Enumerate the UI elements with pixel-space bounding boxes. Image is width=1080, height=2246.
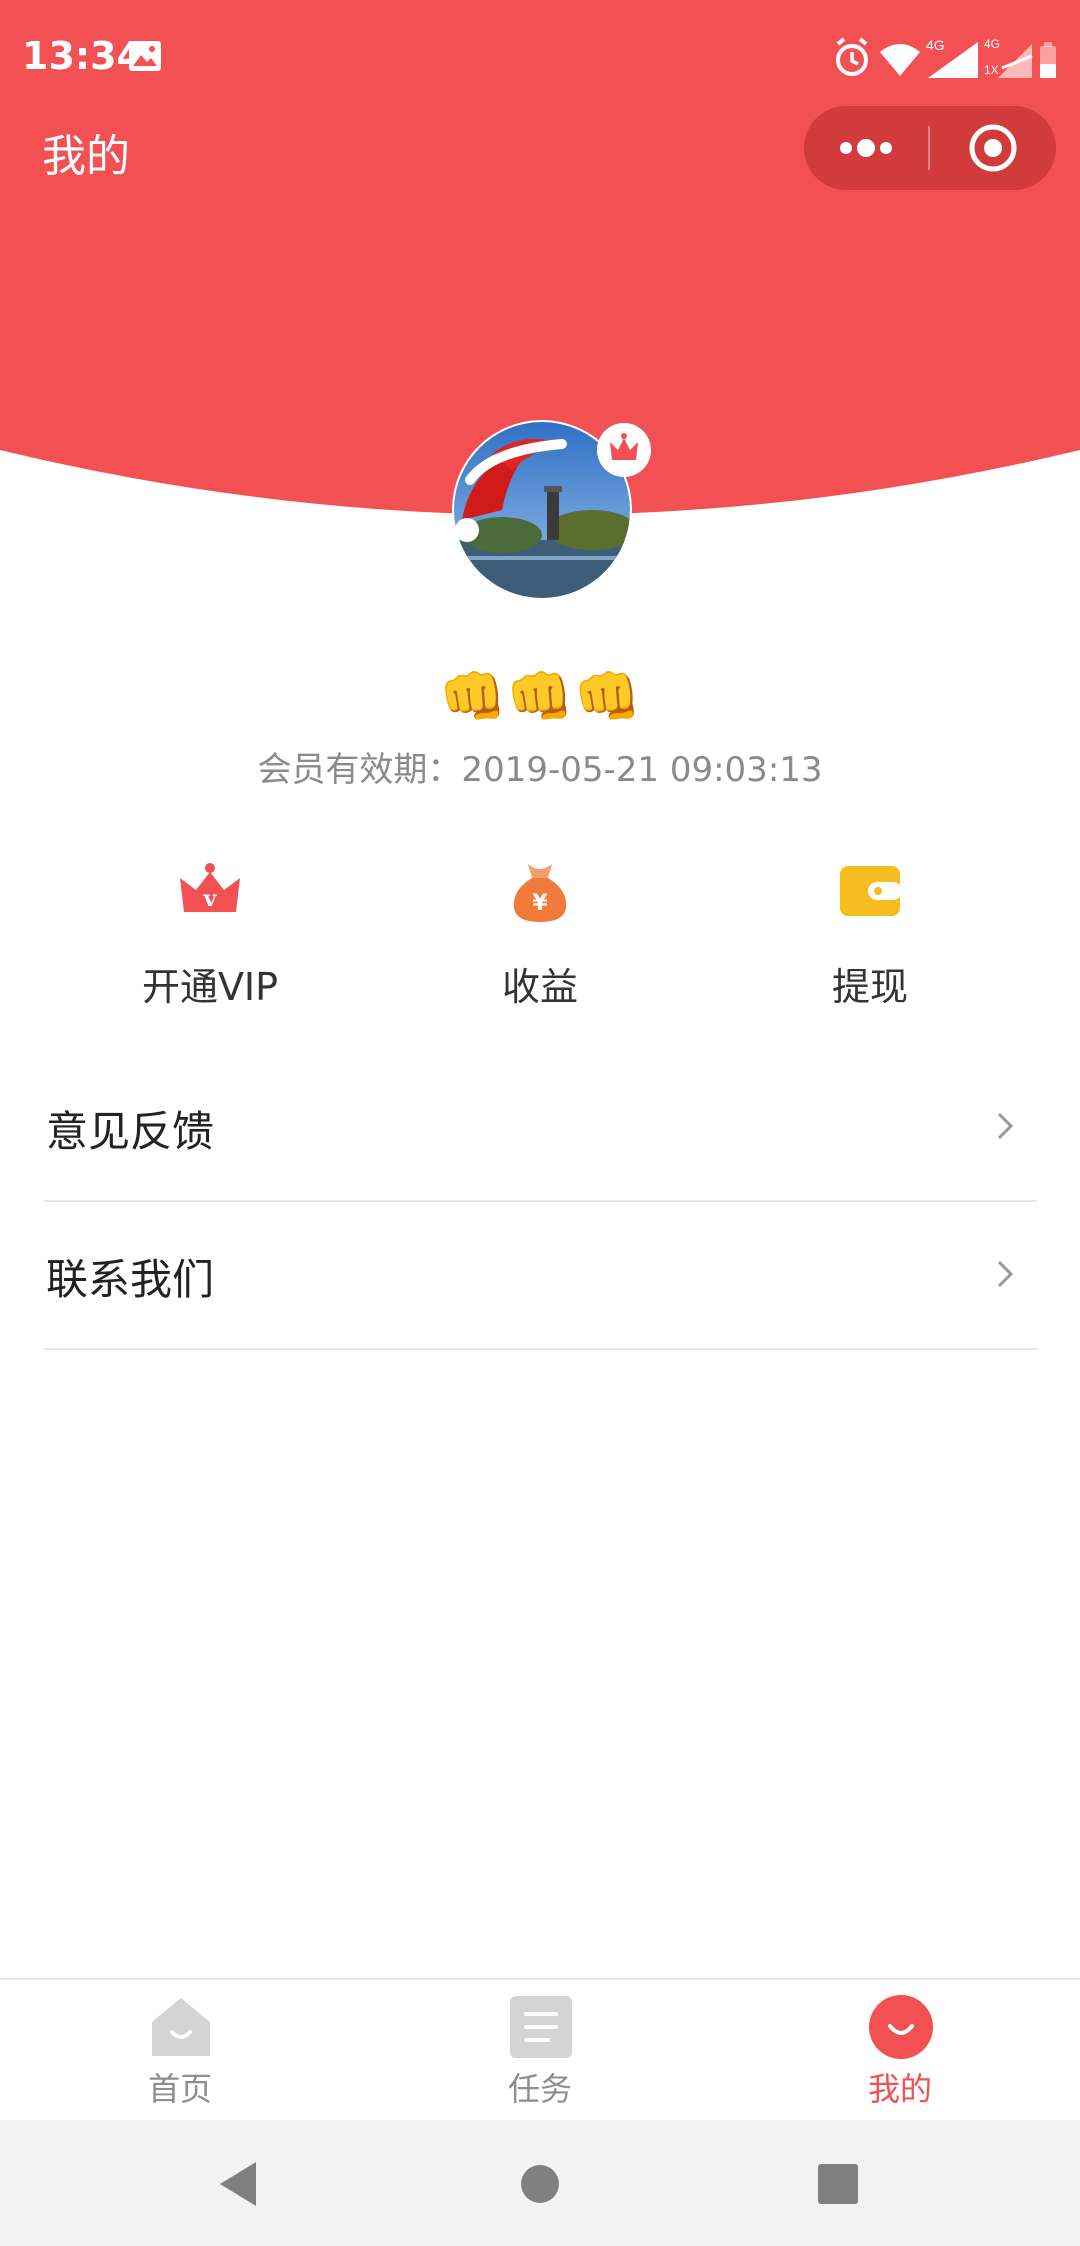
svg-text:4G: 4G [984,37,1000,51]
chevron-right-icon [997,1112,1014,1140]
svg-text:1X: 1X [984,63,999,77]
battery-icon [1040,42,1056,78]
home-nav-icon[interactable] [510,2154,570,2214]
more-button[interactable] [804,106,928,190]
membership-expiry: 会员有效期：2019-05-21 09:03:13 [257,750,823,790]
alarm-icon [836,37,868,76]
tab-home[interactable]: 首页 [0,1980,360,2122]
target-circle-icon [969,124,1017,172]
close-miniprogram-button[interactable] [930,106,1056,190]
withdraw-button[interactable]: 提现 [705,860,1035,1010]
money-bag-icon: ¥ [513,864,567,922]
vip-crown-badge-icon [597,423,651,477]
tab-tasks[interactable]: 任务 [360,1980,720,2122]
chevron-right-icon [997,1260,1014,1288]
action-label: 开通VIP [141,965,279,1009]
action-label: 收益 [501,965,578,1009]
recent-apps-icon[interactable] [808,2154,868,2214]
earnings-button[interactable]: ¥ 收益 [375,860,705,1010]
status-icons: 4G 4G 1X [836,37,1056,78]
home-icon [152,1998,210,2056]
menu-item-label: 联系我们 [46,1255,215,1304]
task-list-icon [510,1996,572,2058]
profile-icon [869,1995,933,2059]
page-title: 我的 [42,131,130,182]
crown-vip-icon: v [180,863,240,912]
menu-item-contact-us[interactable]: 联系我们 [44,1202,1037,1350]
miniprogram-capsule [804,106,1056,190]
open-vip-button[interactable]: v 开通VIP [45,860,375,1010]
status-time: 13:34 [22,34,143,78]
tab-label: 首页 [147,2070,212,2108]
tab-profile[interactable]: 我的 [720,1980,1080,2122]
tab-bar: 首页 任务 我的 [0,1978,1080,2122]
svg-text:¥: ¥ [532,891,548,916]
gallery-notification-icon [129,41,161,71]
back-icon[interactable] [210,2154,270,2214]
signal-icon-2: 4G 1X [984,37,1033,78]
menu-item-label: 意见反馈 [46,1107,215,1156]
system-nav-bar [0,2120,1080,2246]
action-label: 提现 [831,965,908,1009]
wallet-icon [840,866,902,916]
more-dots-icon [840,139,892,157]
svg-text:v: v [203,886,218,912]
tab-label: 我的 [867,2070,932,2108]
nickname: 👊👊👊 [439,665,641,728]
menu-item-feedback[interactable]: 意见反馈 [44,1054,1037,1202]
wifi-icon [880,44,920,76]
tab-label: 任务 [507,2070,572,2108]
network-label: 4G [926,37,945,53]
